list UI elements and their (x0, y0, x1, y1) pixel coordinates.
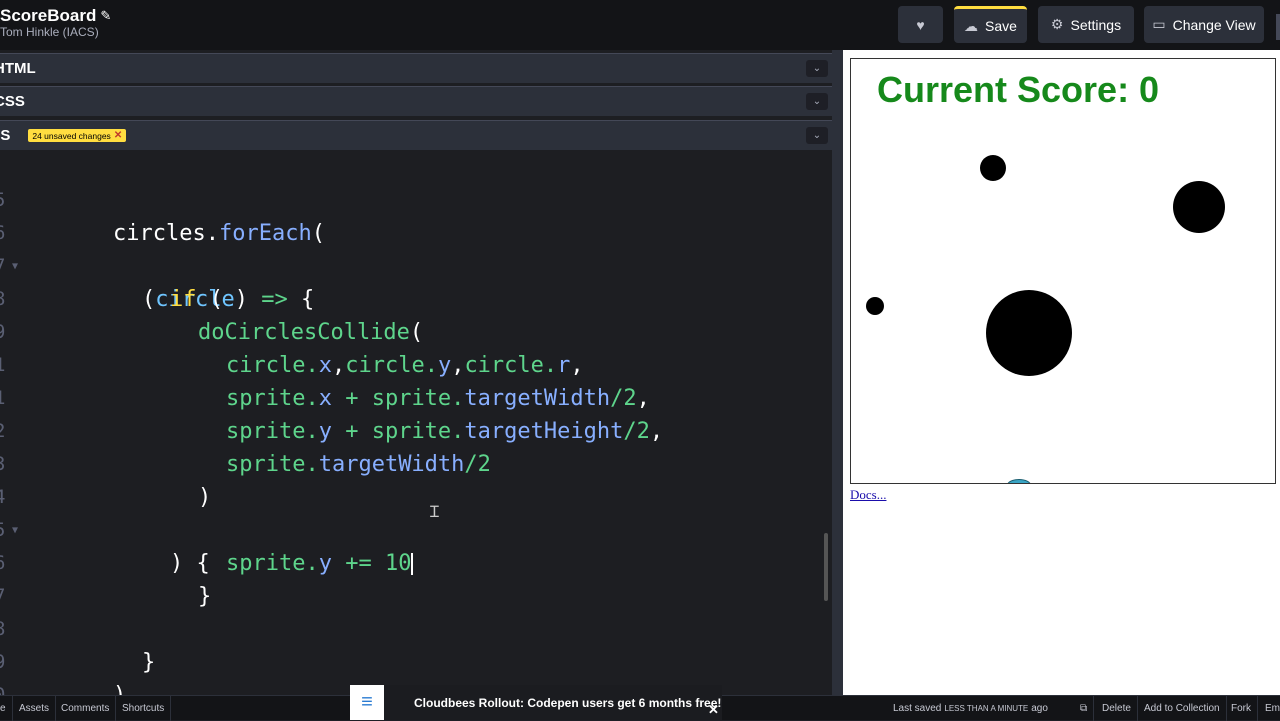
html-panel-title: HTML (0, 60, 36, 77)
code-line: 7 (0, 547, 820, 607)
chevron-down-icon[interactable]: ⌄ (806, 127, 828, 144)
change-view-button[interactable]: ▭ Change View (1144, 6, 1264, 43)
last-saved-prefix: Last saved (893, 703, 942, 714)
change-view-label: Change View (1172, 16, 1256, 33)
pen-title[interactable]: ScoreBoard (0, 6, 96, 26)
circle (1173, 181, 1225, 233)
delete-button[interactable]: Delete (1096, 696, 1138, 721)
settings-label: Settings (1070, 16, 1122, 33)
circle (980, 155, 1006, 181)
comments-button[interactable]: Comments (55, 696, 117, 721)
ad-banner[interactable]: ≡ Cloudbees Rollout: Codepen users get 6… (350, 685, 722, 720)
code-line: 5 circles.forEach( (0, 151, 820, 246)
unsaved-badge[interactable]: 24 unsaved changes ✕ (28, 129, 127, 142)
close-icon[interactable]: ✕ (708, 702, 719, 718)
editor-scrollbar[interactable] (824, 533, 828, 601)
code-line: 6 } (0, 514, 820, 609)
save-label: Save (985, 18, 1017, 34)
resize-divider[interactable] (832, 50, 843, 695)
code-line: 0 (0, 646, 820, 695)
css-panel-title: CSS (0, 93, 25, 110)
code-line: 8 doCirclesCollide( (0, 250, 820, 345)
code-line: 3 ) (0, 415, 820, 510)
code-line: 1 sprite.x + sprite.targetWidth/2, (0, 316, 820, 411)
ad-text[interactable]: Cloudbees Rollout: Codepen users get 6 m… (414, 696, 721, 710)
code-line: 2 sprite.targetWidth/2 (0, 382, 820, 477)
love-button[interactable]: ♥ (898, 6, 943, 43)
title-row: ScoreBoard ✎ (0, 6, 111, 26)
add-to-collection-button[interactable]: Add to Collection (1138, 696, 1227, 721)
code-line: 9 ) (0, 613, 820, 695)
close-icon[interactable]: ✕ (114, 130, 122, 141)
embed-button[interactable]: Em (1259, 696, 1280, 721)
chevron-down-icon[interactable]: ⌄ (806, 60, 828, 77)
shortcuts-button[interactable]: Shortcuts (116, 696, 172, 721)
cloudbees-logo-icon: ≡ (350, 685, 384, 720)
code-line: 5 sprite.y += 10 (0, 481, 820, 576)
gear-icon: ⚙ (1050, 16, 1064, 32)
author-name[interactable]: Tom Hinkle (IACS) (0, 25, 99, 39)
code-editor[interactable]: 5 circles.forEach( 6 ▼ (circle) => { 7 i… (0, 151, 832, 695)
view-icon: ▭ (1152, 16, 1166, 32)
sprite (1007, 479, 1031, 483)
code-line: 6 ▼ (circle) => { (0, 184, 820, 312)
score-display: Current Score: 0 (877, 69, 1160, 110)
fork-button[interactable]: Fork (1225, 696, 1258, 721)
docs-link[interactable]: Docs... (850, 487, 886, 503)
header: ScoreBoard ✎ Tom Hinkle (IACS) ♥ ☁ Save … (0, 0, 1280, 50)
chevron-down-icon[interactable]: ⌄ (806, 93, 828, 110)
last-saved-time: LESS THAN A MINUTE (944, 704, 1029, 713)
html-panel-header[interactable]: HTML ⌄ (0, 53, 832, 83)
heart-icon: ♥ (916, 16, 925, 33)
line-number: 0 (0, 679, 8, 695)
code-line: 7 if ( (0, 217, 820, 312)
console-button[interactable]: e (0, 696, 13, 721)
assets-button[interactable]: Assets (13, 696, 57, 721)
external-link-icon[interactable]: ⧉ (1074, 696, 1095, 721)
unsaved-label: 24 unsaved changes (32, 130, 111, 141)
header-edge (1276, 14, 1280, 40)
game-canvas[interactable]: Current Score: 0 (850, 58, 1276, 484)
code-line: 1 sprite.y + sprite.targetHeight/2, (0, 349, 820, 444)
save-button[interactable]: ☁ Save (954, 6, 1027, 43)
js-panel-header[interactable]: JS 24 unsaved changes ✕ ⌄ (0, 120, 832, 150)
pencil-icon[interactable]: ✎ (100, 8, 111, 24)
js-panel-title: JS (0, 127, 11, 144)
circle (866, 297, 884, 315)
code-line: 9 circle.x,circle.y,circle.r, (0, 283, 820, 378)
settings-button[interactable]: ⚙ Settings (1038, 6, 1134, 43)
cloud-icon: ☁ (964, 17, 979, 34)
code-line: 8 } (0, 580, 820, 675)
last-saved-status: Last saved LESS THAN A MINUTE ago (893, 696, 1048, 721)
text-cursor-icon: Ɪ (430, 504, 439, 521)
last-saved-suffix: ago (1031, 703, 1048, 714)
css-panel-header[interactable]: CSS ⌄ (0, 86, 832, 116)
code-line: 4 ▼ ) { (0, 448, 820, 576)
circle (986, 290, 1072, 376)
code-text: ) (113, 679, 126, 695)
